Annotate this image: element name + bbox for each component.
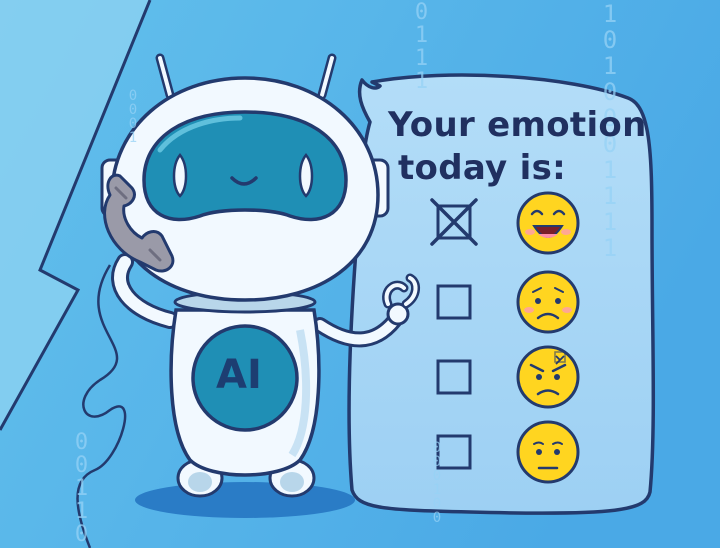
bubble-title-line2: today is: bbox=[398, 148, 567, 188]
binary-decoration-left: 0001 bbox=[125, 88, 141, 144]
binary-decoration-left-bottom: 00110 bbox=[69, 430, 94, 545]
happy-face-icon bbox=[516, 191, 580, 255]
neutral-face-icon bbox=[516, 420, 580, 484]
binary-decoration-top: 0111 bbox=[409, 0, 434, 92]
bubble-title-line1: Your emotion bbox=[388, 105, 647, 145]
binary-decoration-bottom: 000100 bbox=[429, 440, 445, 524]
sad-face-icon bbox=[516, 270, 580, 334]
emotion-check-illustration: 0111 1010001111 0001 00110 000100 Your e… bbox=[0, 0, 720, 548]
angry-face-icon bbox=[516, 345, 580, 409]
robot-chest-label: AI bbox=[216, 352, 262, 398]
robot-shadow bbox=[135, 482, 355, 518]
checkbox-happy[interactable] bbox=[430, 198, 478, 246]
